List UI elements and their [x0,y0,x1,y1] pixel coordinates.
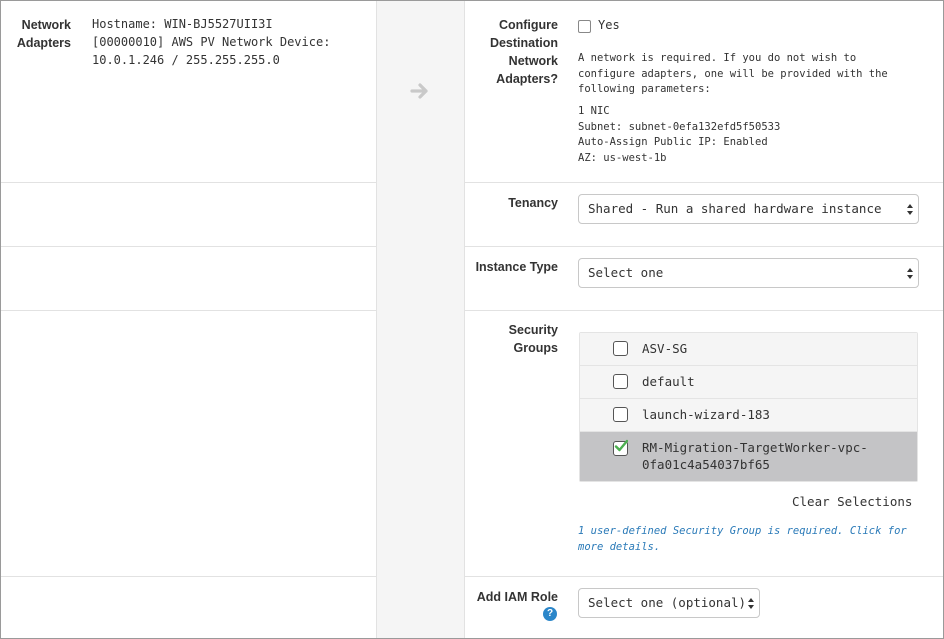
security-group-required-link[interactable]: 1 user-defined Security Group is require… [578,524,907,555]
divider [1,182,377,183]
param-line: Auto-Assign Public IP: Enabled [578,136,768,148]
instance-type-select-value: Select one [588,265,664,280]
divider [464,310,943,311]
security-group-item-selected[interactable]: RM-Migration-TargetWorker-vpc- 0fa01c4a5… [580,432,917,481]
note-line: following parameters: [578,83,711,95]
default-network-params: 1 NIC Subnet: subnet-0efa132efd5f50533 Aut… [578,104,780,166]
check-icon [614,439,628,452]
clear-selections-button[interactable]: Clear Selections [792,494,912,509]
param-line: Subnet: subnet-0efa132efd5f50533 [578,120,781,133]
instance-type-select[interactable]: Select one [578,258,919,288]
iam-role-select-value: Select one (optional) [588,595,747,610]
arrow-right-icon [410,83,428,99]
network-adapters-value: Hostname: WIN-BJ5527UII3I [00000010] AWS … [92,15,330,69]
divider [464,576,943,577]
divider [1,310,377,311]
param-line: AZ: us-west-1b [578,151,667,164]
ip-line: 10.0.1.246 / 255.255.255.0 [92,53,280,67]
instance-type-label: Instance Type [475,260,558,274]
tenancy-select[interactable]: Shared - Run a shared hardware instance [578,194,919,224]
configure-adapters-yes-label: Yes [598,18,620,32]
divider [1,576,377,577]
select-caret-icon [907,204,913,215]
tenancy-select-value: Shared - Run a shared hardware instance [588,201,882,216]
security-group-checkbox[interactable] [613,374,628,389]
note-line: A network is required. If you do not wis… [578,52,857,64]
security-group-name: launch-wizard-183 [642,407,770,422]
hostname-line: Hostname: WIN-BJ5527UII3I [92,17,273,31]
security-group-name: ASV-SG [642,341,688,356]
divider [464,182,943,183]
security-group-item[interactable]: ASV-SG [580,333,917,366]
iam-role-select[interactable]: Select one (optional) [578,588,760,618]
security-group-name: RM-Migration-TargetWorker-vpc- 0fa01c4a5… [642,440,868,472]
source-column [1,1,377,638]
configure-adapters-checkbox[interactable] [578,20,591,33]
divider [1,246,377,247]
security-groups-list: ASV-SG default launch-wizard-183 RM-Migr… [579,332,918,482]
migration-config-panel: Network Adapters Hostname: WIN-BJ5527UII… [0,0,944,639]
help-icon[interactable]: ? [543,607,557,621]
security-group-item[interactable]: launch-wizard-183 [580,399,917,432]
divider [464,246,943,247]
security-group-checkbox[interactable] [613,407,628,422]
iam-role-label: Add IAM Role [476,590,558,604]
security-group-item[interactable]: default [580,366,917,399]
select-caret-icon [907,268,913,279]
security-group-checkbox-checked[interactable] [613,439,628,456]
configure-adapters-label: Configure Destination Network Adapters? [489,18,558,86]
param-line: 1 NIC [578,105,610,117]
tenancy-label: Tenancy [508,196,558,210]
security-group-checkbox[interactable] [613,341,628,356]
select-caret-icon [748,598,754,609]
note-line: configure adapters, one will be provided… [578,67,888,80]
info-line: more details. [578,540,661,553]
network-required-note: A network is required. If you do not wis… [578,51,888,98]
info-line: 1 user-defined Security Group is require… [578,525,907,537]
security-groups-label: Security Groups [508,323,558,355]
network-adapters-label: Network Adapters [16,18,71,50]
device-line: [00000010] AWS PV Network Device: [92,35,331,49]
security-group-name: default [642,374,695,389]
